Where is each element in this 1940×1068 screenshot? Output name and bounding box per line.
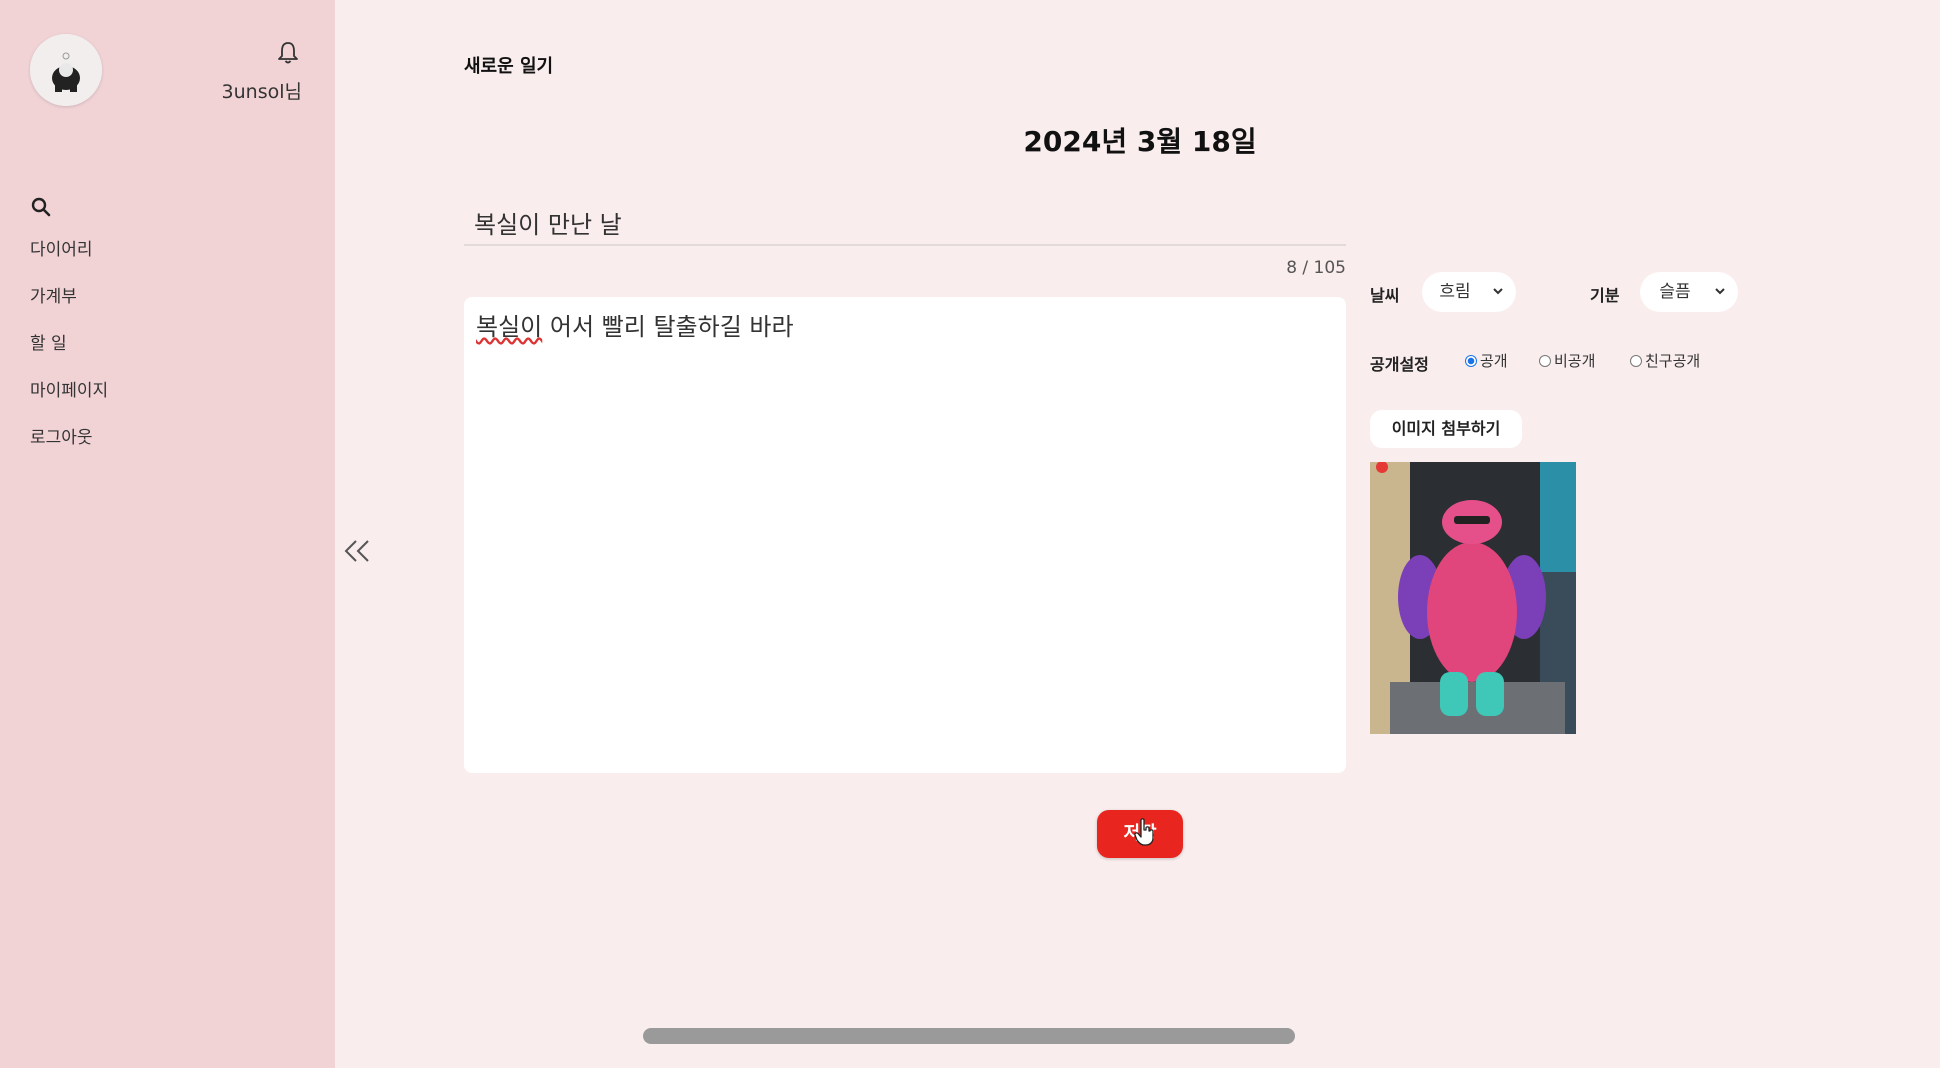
monster-doll-photo: [1370, 462, 1576, 734]
content-text-rest: 어서 빨리 탈출하길 바라: [542, 313, 794, 341]
mood-value: 슬픔: [1659, 282, 1691, 302]
radio-unchecked-icon: [1630, 354, 1642, 367]
sidebar-item-logout[interactable]: 로그아웃: [30, 424, 108, 471]
chevron-down-icon: [1493, 288, 1503, 295]
page-label: 새로운 일기: [464, 56, 554, 77]
visibility-friends-radio[interactable]: 친구공개: [1630, 350, 1700, 372]
weather-select[interactable]: 흐림: [1422, 272, 1516, 312]
sidebar: 3unsol님 다이어리 가계부 할 일 마이페이지 로그아웃: [0, 0, 335, 1068]
collapse-sidebar-button[interactable]: [342, 533, 374, 569]
weather-label: 날씨: [1370, 286, 1400, 305]
char-count: 8 / 105: [1286, 258, 1346, 278]
sidebar-item-account-book[interactable]: 가계부: [30, 283, 108, 330]
double-chevron-left-icon: [344, 540, 369, 562]
sidebar-item-diary[interactable]: 다이어리: [30, 236, 108, 283]
attach-image-button[interactable]: 이미지 첨부하기: [1370, 410, 1522, 448]
sidebar-item-mypage[interactable]: 마이페이지: [30, 377, 108, 424]
weather-value: 흐림: [1439, 282, 1471, 302]
avatar-image: [30, 34, 102, 106]
horizontal-scrollbar[interactable]: [643, 1028, 1295, 1044]
diary-date: 2024년 3월 18일: [1023, 125, 1257, 158]
content-text: 복실이 어서 빨리 탈출하길 바라: [476, 313, 794, 341]
visibility-label: 공개설정: [1370, 355, 1429, 374]
spellcheck-word: 복실이: [476, 313, 543, 341]
visibility-private-radio[interactable]: 비공개: [1539, 350, 1595, 372]
bell-icon[interactable]: [276, 40, 300, 66]
search-icon[interactable]: [30, 196, 52, 218]
radio-checked-icon: [1465, 354, 1477, 367]
avatar[interactable]: [30, 34, 102, 106]
title-input[interactable]: [464, 200, 1346, 246]
username: 3unsol님: [221, 81, 302, 103]
content-textarea[interactable]: 복실이 어서 빨리 탈출하길 바라: [464, 297, 1346, 773]
sidebar-menu: 다이어리 가계부 할 일 마이페이지 로그아웃: [30, 236, 108, 471]
attached-photo[interactable]: [1370, 462, 1576, 734]
radio-unchecked-icon: [1539, 354, 1551, 367]
hand-cursor-icon: [1134, 818, 1156, 846]
chevron-down-icon: [1715, 288, 1725, 295]
visibility-public-radio[interactable]: 공개: [1465, 350, 1508, 372]
sidebar-item-todo[interactable]: 할 일: [30, 330, 108, 377]
mood-label: 기분: [1590, 286, 1620, 305]
mood-select[interactable]: 슬픔: [1640, 272, 1738, 312]
